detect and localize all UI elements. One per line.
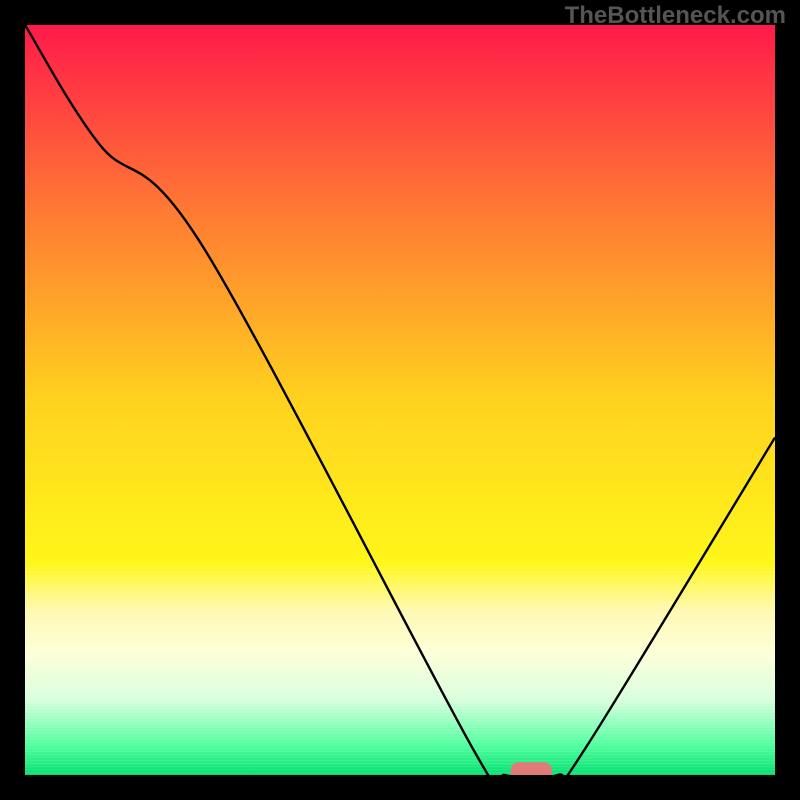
watermark-text: TheBottleneck.com bbox=[565, 2, 786, 30]
plot-area bbox=[25, 25, 775, 775]
chart-container: TheBottleneck.com bbox=[0, 0, 800, 800]
chart-svg bbox=[25, 25, 775, 775]
optimal-marker bbox=[511, 762, 552, 775]
